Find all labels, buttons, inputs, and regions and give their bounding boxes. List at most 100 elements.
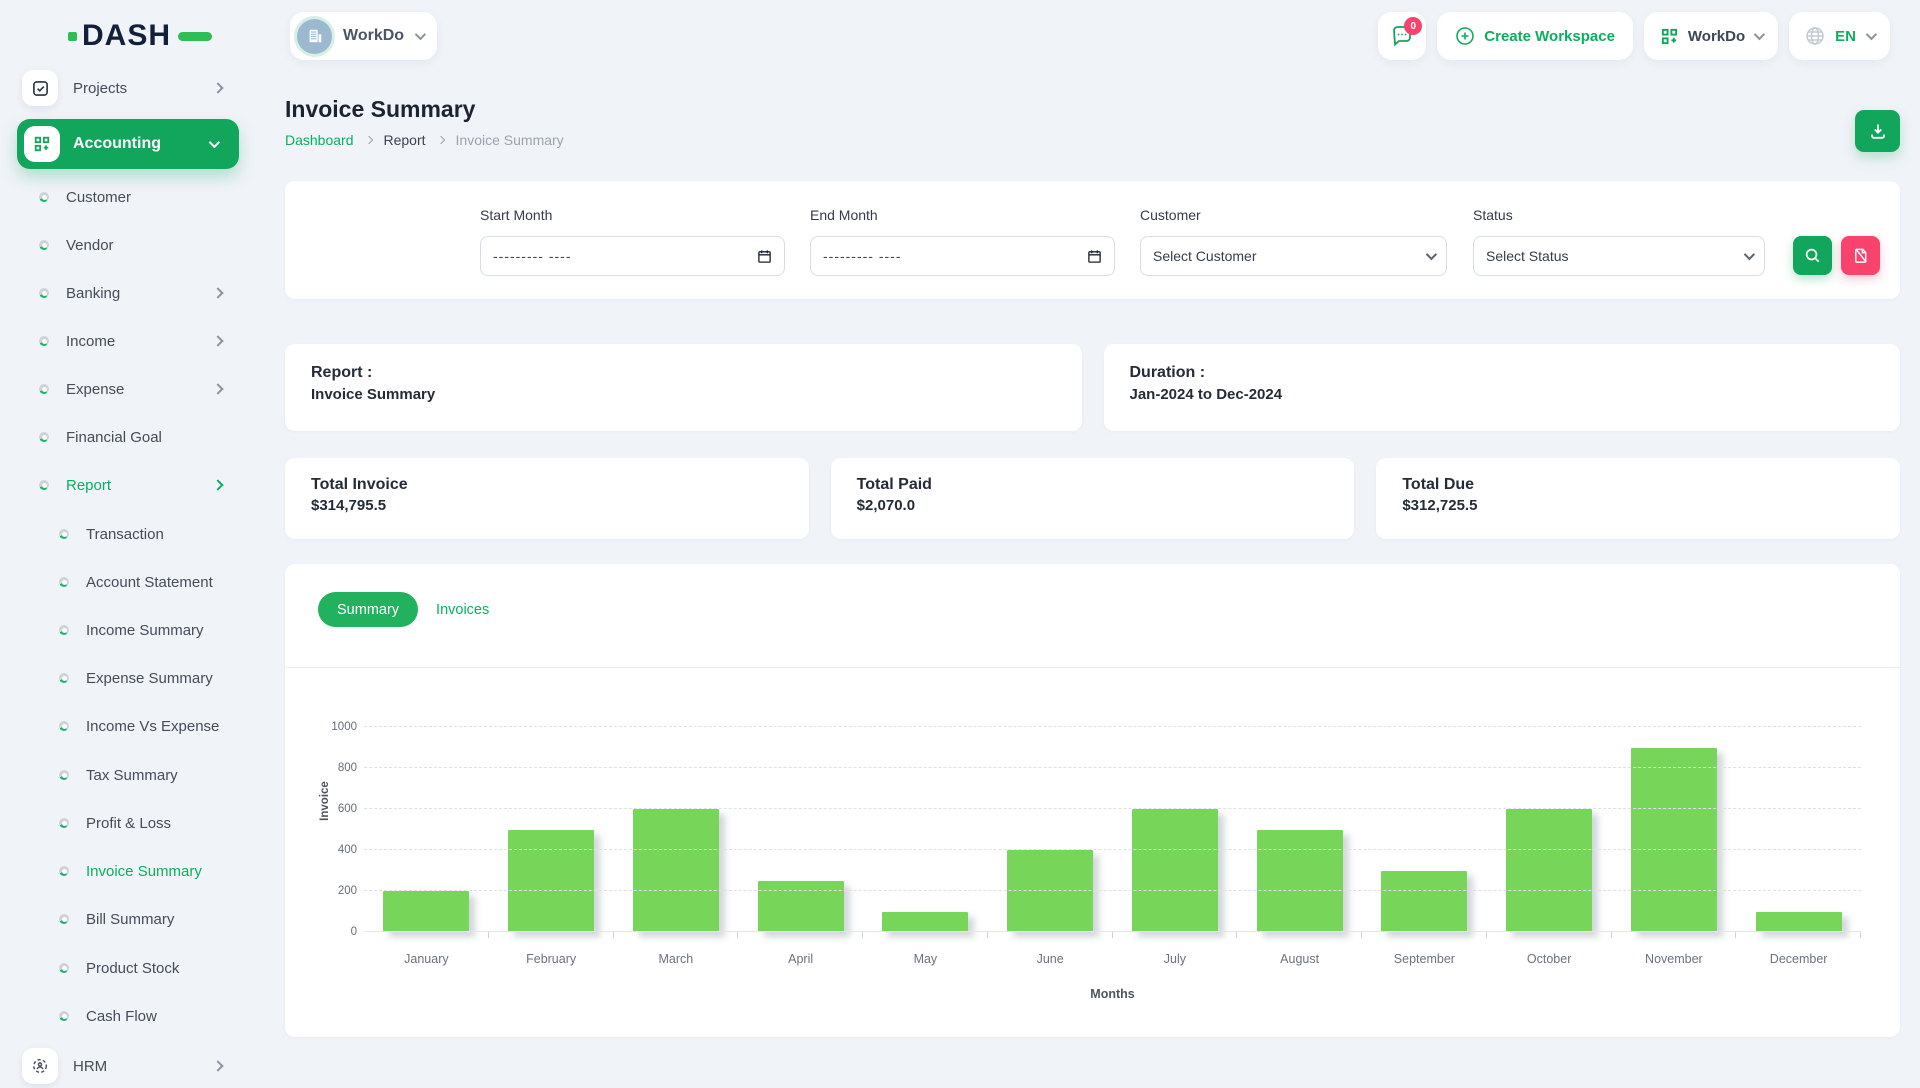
apply-filter-button[interactable]	[1793, 236, 1832, 275]
bullet-icon	[39, 336, 49, 346]
sidebar-item-transaction[interactable]: Transaction	[0, 512, 262, 556]
filter-panel: Start Month --------- ---- End Month ---…	[285, 181, 1900, 299]
end-month-input[interactable]: --------- ----	[810, 236, 1115, 276]
sidebar-item-banking[interactable]: Banking	[0, 271, 262, 315]
bar-rect[interactable]	[633, 809, 719, 932]
workdo-dropdown[interactable]: WorkDo	[1644, 12, 1778, 60]
bar-april[interactable]: April	[738, 727, 863, 932]
calendar-icon	[757, 249, 772, 264]
sidebar-item-financial-goal[interactable]: Financial Goal	[0, 415, 262, 459]
chevron-down-icon	[415, 29, 426, 40]
report-value: Invoice Summary	[311, 386, 1056, 403]
sidebar-item-account-statement[interactable]: Account Statement	[0, 560, 262, 604]
messages-button[interactable]: 0	[1378, 12, 1426, 60]
bar-rect[interactable]	[1257, 830, 1343, 933]
y-tick-label: 400	[338, 844, 357, 856]
bullet-icon	[59, 721, 69, 731]
breadcrumb-dashboard[interactable]: Dashboard	[285, 132, 354, 148]
chevron-right-icon	[212, 479, 223, 490]
download-icon	[1868, 121, 1888, 141]
x-axis-label: Months	[364, 987, 1861, 1001]
bar-rect[interactable]	[1756, 912, 1842, 933]
y-tick-label: 200	[338, 885, 357, 897]
chevron-right-icon	[212, 82, 223, 93]
bar-rect[interactable]	[882, 912, 968, 933]
chevron-right-icon	[212, 383, 223, 394]
bar-rect[interactable]	[1381, 871, 1467, 933]
workspace-switcher[interactable]: WorkDo	[290, 12, 437, 60]
bullet-icon	[39, 384, 49, 394]
bar-rect[interactable]	[1132, 809, 1218, 932]
sidebar-item-vendor[interactable]: Vendor	[0, 223, 262, 267]
breadcrumb-current: Invoice Summary	[456, 132, 564, 148]
customer-select[interactable]: Select Customer	[1140, 236, 1447, 276]
end-month-label: End Month	[810, 207, 878, 223]
chart-tabs: Summary Invoices	[318, 592, 489, 627]
sidebar-item-expense[interactable]: Expense	[0, 367, 262, 411]
projects-checkbox-icon	[22, 70, 58, 106]
tab-invoices[interactable]: Invoices	[436, 602, 489, 618]
bullet-icon	[59, 770, 69, 780]
bullet-icon	[59, 866, 69, 876]
workspace-name: WorkDo	[343, 27, 404, 45]
header-actions: 0 Create Workspace WorkDo EN	[1378, 12, 1890, 60]
sidebar-item-profit-loss[interactable]: Profit & Loss	[0, 801, 262, 845]
sidebar-item-tax-summary[interactable]: Tax Summary	[0, 753, 262, 797]
sidebar-item-projects[interactable]: Projects	[0, 66, 262, 110]
bar-september[interactable]: September	[1362, 727, 1487, 932]
sidebar-item-cash-flow[interactable]: Cash Flow	[0, 994, 262, 1038]
bullet-icon	[39, 240, 49, 250]
sidebar-item-product-stock[interactable]: Product Stock	[0, 946, 262, 990]
sidebar-item-income-vs-expense[interactable]: Income Vs Expense	[0, 704, 262, 748]
search-icon	[1804, 247, 1821, 264]
bar-rect[interactable]	[1506, 809, 1592, 932]
bar-october[interactable]: October	[1487, 727, 1612, 932]
sidebar-item-invoice-summary[interactable]: Invoice Summary	[0, 849, 262, 893]
sidebar-item-income-summary[interactable]: Income Summary	[0, 608, 262, 652]
language-code: EN	[1835, 28, 1856, 45]
breadcrumb-report[interactable]: Report	[384, 132, 426, 148]
start-month-input[interactable]: --------- ----	[480, 236, 785, 276]
bar-january[interactable]: January	[364, 727, 489, 932]
language-selector[interactable]: EN	[1789, 12, 1890, 60]
sidebar-item-expense-summary[interactable]: Expense Summary	[0, 656, 262, 700]
bullet-icon	[59, 963, 69, 973]
sidebar-item-report[interactable]: Report	[0, 463, 262, 507]
bar-february[interactable]: February	[489, 727, 614, 932]
chevron-right-icon	[212, 1060, 223, 1071]
tab-summary[interactable]: Summary	[318, 592, 418, 627]
bar-rect[interactable]	[1007, 850, 1093, 932]
sidebar-item-hrm[interactable]: HRM	[0, 1044, 262, 1088]
sidebar-item-accounting[interactable]: Accounting	[17, 119, 239, 169]
chevron-right-icon	[212, 335, 223, 346]
bar-rect[interactable]	[508, 830, 594, 933]
download-report-button[interactable]	[1855, 110, 1900, 152]
main-content: Invoice Summary Dashboard Report Invoice…	[262, 72, 1920, 1080]
start-month-label: Start Month	[480, 207, 552, 223]
bar-may[interactable]: May	[863, 727, 988, 932]
bar-june[interactable]: June	[988, 727, 1113, 932]
bar-november[interactable]: November	[1612, 727, 1737, 932]
workdo-dropdown-label: WorkDo	[1688, 28, 1745, 45]
bullet-icon	[59, 914, 69, 924]
sidebar-nav: Projects Accounting Customer Vendor Bank…	[0, 0, 262, 1080]
report-name-card: Report : Invoice Summary	[285, 344, 1082, 431]
messages-count-badge: 0	[1404, 17, 1422, 35]
bar-august[interactable]: August	[1237, 727, 1362, 932]
sidebar-item-bill-summary[interactable]: Bill Summary	[0, 897, 262, 941]
sidebar-item-customer[interactable]: Customer	[0, 175, 262, 219]
plot-area: JanuaryFebruaryMarchAprilMayJuneJulyAugu…	[364, 727, 1861, 932]
sidebar-item-income[interactable]: Income	[0, 319, 262, 363]
bar-rect[interactable]	[758, 881, 844, 932]
bar-rect[interactable]	[383, 891, 469, 932]
logo-dash-icon	[178, 32, 212, 41]
bar-rect[interactable]	[1631, 748, 1717, 933]
total-invoice-card: Total Invoice $314,795.5	[285, 458, 809, 539]
create-workspace-button[interactable]: Create Workspace	[1437, 12, 1633, 60]
status-select[interactable]: Select Status	[1473, 236, 1765, 276]
bar-july[interactable]: July	[1113, 727, 1238, 932]
bar-march[interactable]: March	[614, 727, 739, 932]
bar-december[interactable]: December	[1736, 727, 1861, 932]
bullet-icon	[59, 818, 69, 828]
reset-filter-button[interactable]	[1841, 236, 1880, 275]
